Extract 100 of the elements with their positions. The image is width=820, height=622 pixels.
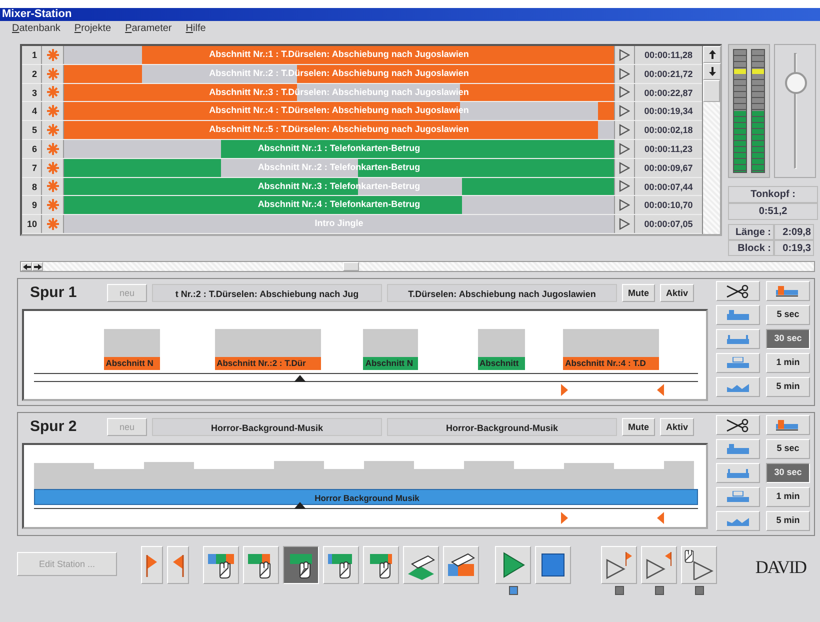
clip-duration: 00:00:10,70 xyxy=(634,196,702,214)
menu-item[interactable]: Projekte xyxy=(74,21,112,36)
waveform-block xyxy=(104,329,160,357)
edit-mode-button[interactable] xyxy=(243,546,279,584)
clip-title: Abschnitt xyxy=(478,357,526,370)
edit-mode-button[interactable] xyxy=(403,546,439,584)
playhead-marker[interactable] xyxy=(294,502,306,509)
track-bar-icon xyxy=(776,418,800,432)
play-button[interactable] xyxy=(614,64,634,83)
transport-button[interactable] xyxy=(641,546,677,584)
asterisk-icon xyxy=(46,199,58,212)
scroll-thumb[interactable] xyxy=(343,262,359,271)
in-marker[interactable] xyxy=(561,384,568,396)
time-scale-button[interactable]: 1 min xyxy=(766,353,810,373)
track-title: Spur 1 xyxy=(29,282,78,303)
time-scale-button[interactable]: 5 sec xyxy=(766,305,810,325)
scroll-left-button[interactable] xyxy=(21,262,32,271)
scroll-down-button[interactable] xyxy=(703,63,721,80)
scissors-icon xyxy=(726,418,750,432)
row-number: 6 xyxy=(22,140,42,158)
transport-button[interactable] xyxy=(681,546,717,584)
cut-button[interactable] xyxy=(716,415,760,435)
play-button[interactable] xyxy=(614,178,634,196)
marker-button[interactable] xyxy=(141,546,163,584)
clip-duration: 00:00:11,28 xyxy=(634,46,702,64)
time-scale-button[interactable]: 1 min xyxy=(766,487,810,507)
edit-mode-button[interactable] xyxy=(363,546,399,584)
asterisk-icon xyxy=(46,48,58,61)
zoom-tool-button[interactable] xyxy=(716,377,760,397)
menu-item[interactable]: Datenbank xyxy=(12,21,60,36)
track-tool-button[interactable] xyxy=(766,415,810,435)
play-button[interactable] xyxy=(614,84,634,102)
track-scale-icon xyxy=(727,357,749,369)
row-number: 4 xyxy=(22,102,42,120)
time-scale-button[interactable]: 5 min xyxy=(766,511,810,531)
out-marker[interactable] xyxy=(657,512,664,524)
track-title: Spur 2 xyxy=(29,416,78,437)
mute-button[interactable]: Mute xyxy=(622,418,655,436)
out-marker[interactable] xyxy=(657,384,664,396)
time-scale-button[interactable]: 5 min xyxy=(766,377,810,397)
play-button[interactable] xyxy=(614,102,634,120)
row-number: 7 xyxy=(22,158,42,177)
in-marker[interactable] xyxy=(561,512,568,524)
clip-title: Abschnitt Nr.:4 : T.D xyxy=(563,357,660,370)
play-button[interactable] xyxy=(614,121,634,139)
row-number: 8 xyxy=(22,178,42,196)
info-label: Block : xyxy=(728,240,774,256)
scroll-up-button[interactable] xyxy=(703,46,721,63)
mute-button[interactable]: Mute xyxy=(622,284,655,302)
fader-thumb[interactable] xyxy=(785,72,807,94)
playhead-marker[interactable] xyxy=(294,375,306,382)
waveform-block xyxy=(363,329,418,357)
menu-item[interactable]: Parameter xyxy=(125,21,172,36)
edit-mode-button[interactable] xyxy=(283,546,319,584)
clip-title: Abschnitt N xyxy=(363,357,418,370)
clip-name-field: t Nr.:2 : T.Dürselen: Abschiebung nach Jug xyxy=(152,284,382,302)
play-icon xyxy=(619,218,630,230)
play-button[interactable] xyxy=(614,140,634,158)
zoom-tool-button[interactable] xyxy=(716,463,760,483)
edit-mode-button[interactable] xyxy=(203,546,239,584)
play-button[interactable] xyxy=(614,46,634,64)
zoom-tool-button[interactable] xyxy=(716,511,760,531)
edit-mode-button[interactable] xyxy=(323,546,359,584)
track-tool-button[interactable] xyxy=(766,281,810,301)
clip-title: Abschnitt Nr.:5 : T.Dürselen: Abschiebung nach Jugoslawien xyxy=(208,123,470,136)
play-button[interactable] xyxy=(614,196,634,214)
track-scale-icon xyxy=(727,515,749,527)
marker-button[interactable] xyxy=(167,546,189,584)
time-scale-button[interactable]: 30 sec xyxy=(766,463,810,483)
clip-title: Horror Background Musik xyxy=(34,489,698,505)
clip-title: Abschnitt Nr.:2 : T.Dür xyxy=(214,357,322,370)
scroll-thumb[interactable] xyxy=(703,80,720,102)
edit-mode-button[interactable] xyxy=(443,546,479,584)
play-icon xyxy=(619,180,630,192)
transport-button[interactable] xyxy=(535,546,571,584)
active-button[interactable]: Aktiv xyxy=(660,418,694,436)
play-button[interactable] xyxy=(614,215,634,233)
menu-item[interactable]: Hilfe xyxy=(186,21,206,36)
play-icon xyxy=(619,162,630,174)
info-value: 2:09,8 xyxy=(774,224,814,240)
asterisk-icon xyxy=(46,86,58,98)
play-flag-icon xyxy=(644,550,674,580)
cut-button[interactable] xyxy=(716,281,760,301)
play-button[interactable] xyxy=(614,158,634,177)
scroll-right-button[interactable] xyxy=(32,262,43,271)
playhead-time: 0:51,2 xyxy=(728,203,818,220)
clip-duration: 00:00:09,67 xyxy=(634,158,702,177)
play-icon xyxy=(619,142,630,155)
transport-button[interactable] xyxy=(495,546,531,584)
hand-play-icon xyxy=(684,550,714,580)
time-scale-button[interactable]: 30 sec xyxy=(766,329,810,349)
clip-name-field: Horror-Background-Musik xyxy=(152,418,382,436)
active-button[interactable]: Aktiv xyxy=(660,284,694,302)
time-scale-button[interactable]: 5 sec xyxy=(766,439,810,459)
zoom-tool-button[interactable] xyxy=(716,353,760,373)
transport-button[interactable] xyxy=(601,546,637,584)
zoom-tool-button[interactable] xyxy=(716,487,760,507)
asterisk-icon xyxy=(46,162,58,174)
zoom-tool-button[interactable] xyxy=(716,329,760,349)
left-arrow-icon xyxy=(22,264,30,270)
